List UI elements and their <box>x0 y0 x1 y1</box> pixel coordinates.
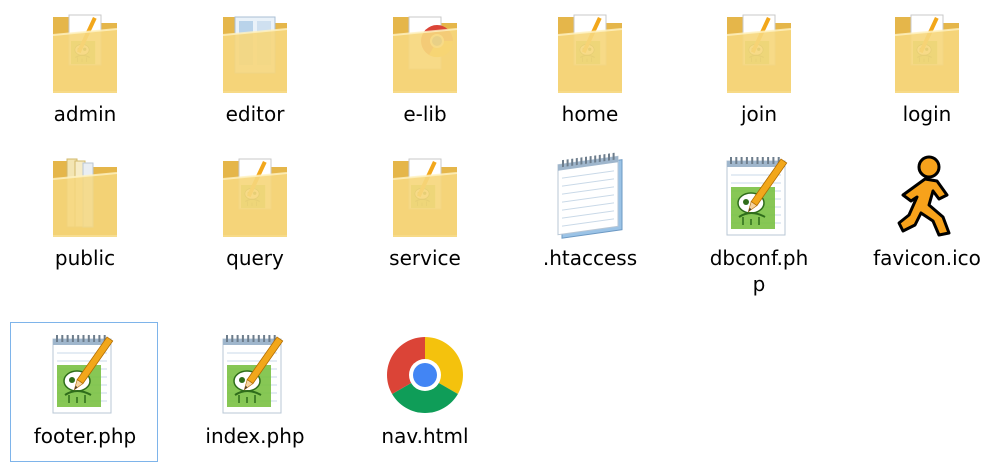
file-item[interactable]: editor <box>180 0 328 138</box>
folder-icon <box>717 7 801 99</box>
file-item[interactable]: home <box>515 0 663 138</box>
folder-icon <box>43 151 127 243</box>
file-item[interactable]: dbconf.php <box>684 144 832 296</box>
notepadpp-file-icon <box>717 151 801 243</box>
folder-icon <box>383 7 467 99</box>
file-name-label: admin <box>53 102 117 126</box>
file-name-label: .htaccess <box>542 246 638 270</box>
file-item[interactable]: login <box>852 0 985 138</box>
file-item[interactable]: .htaccess <box>515 144 663 282</box>
file-item[interactable]: query <box>180 144 328 282</box>
notepad-icon <box>548 151 632 243</box>
file-item[interactable]: admin <box>10 0 158 138</box>
aim-runner-icon <box>885 151 969 243</box>
file-name-label: query <box>226 246 284 270</box>
file-name-label: favicon.ico <box>873 246 981 270</box>
file-item[interactable]: nav.html <box>350 322 498 462</box>
file-item[interactable]: favicon.ico <box>852 144 985 282</box>
file-name-label: editor <box>225 102 285 126</box>
file-name-label: public <box>54 246 116 270</box>
notepadpp-file-icon <box>43 329 127 421</box>
file-name-label: index.php <box>205 424 305 448</box>
file-name-label: e-lib <box>403 102 447 126</box>
folder-icon <box>548 7 632 99</box>
folder-icon <box>213 151 297 243</box>
chrome-icon <box>383 329 467 421</box>
file-name-label: nav.html <box>381 424 469 448</box>
file-name-label: join <box>740 102 778 126</box>
file-name-label: service <box>389 246 461 270</box>
notepadpp-file-icon <box>213 329 297 421</box>
file-grid: admin editor e-lib home join login publi… <box>0 0 985 462</box>
file-name-label: footer.php <box>33 424 137 448</box>
file-name-label: dbconf.php <box>709 246 809 296</box>
file-name-label: home <box>561 102 619 126</box>
file-item[interactable]: join <box>684 0 832 138</box>
file-item[interactable]: public <box>10 144 158 282</box>
folder-icon <box>213 7 297 99</box>
file-item[interactable]: e-lib <box>350 0 498 138</box>
folder-icon <box>43 7 127 99</box>
file-item[interactable]: service <box>350 144 498 282</box>
file-item[interactable]: index.php <box>180 322 328 462</box>
file-name-label: login <box>902 102 952 126</box>
file-item[interactable]: footer.php <box>10 322 158 462</box>
folder-icon <box>383 151 467 243</box>
folder-icon <box>885 7 969 99</box>
